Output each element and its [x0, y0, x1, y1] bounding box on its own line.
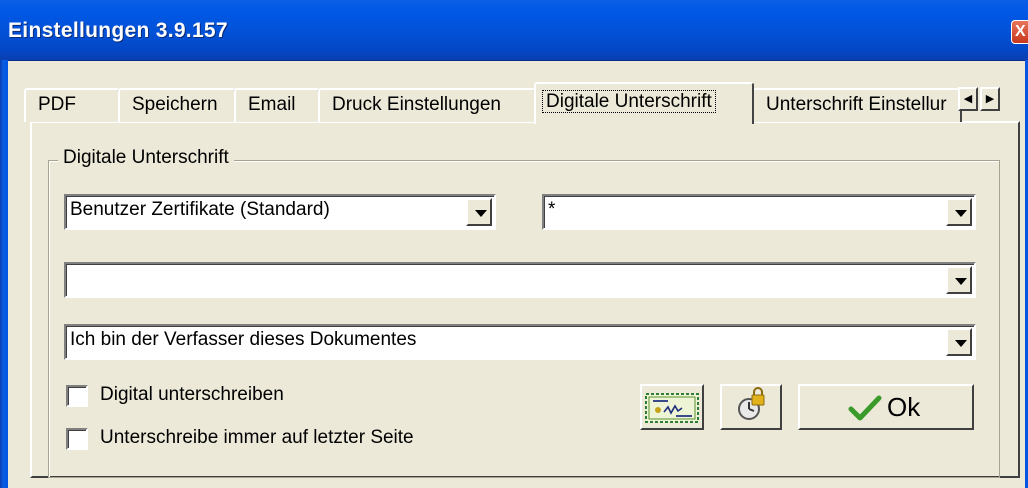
- dropdown-button[interactable]: [466, 198, 492, 226]
- dropdown-button[interactable]: [946, 328, 972, 356]
- tab-label: Email: [248, 94, 296, 115]
- chevron-down-icon: [955, 210, 967, 217]
- group-label: Digitale Unterschrift: [58, 147, 234, 169]
- tab-druck-einstellungen[interactable]: Druck Einstellungen: [318, 88, 536, 122]
- window-title: Einstellungen 3.9.157: [8, 19, 228, 42]
- sign-digitally-label[interactable]: Digital unterschreiben: [100, 384, 284, 406]
- signature-reason-value: Ich bin der Verfasser dieses Dokumentes: [70, 329, 417, 350]
- chevron-down-icon: [955, 340, 967, 347]
- ok-button[interactable]: Ok: [798, 384, 974, 430]
- timestamp-button[interactable]: [720, 384, 782, 430]
- sign-digitally-checkbox[interactable]: [66, 385, 88, 407]
- tab-digitale-unterschrift[interactable]: Digitale Unterschrift: [534, 82, 754, 124]
- tab-scroll-left-button[interactable]: ◀: [958, 87, 978, 111]
- tab-speichern[interactable]: Speichern: [118, 88, 236, 122]
- ok-button-label: Ok: [887, 392, 921, 422]
- signature-reason-select[interactable]: Ich bin der Verfasser dieses Dokumentes: [64, 324, 976, 360]
- timestamp-lock-icon: [738, 387, 765, 420]
- title-bar[interactable]: Einstellungen 3.9.157 X: [0, 0, 1028, 61]
- certificate-store-select[interactable]: Benutzer Zertifikate (Standard): [64, 194, 496, 230]
- tab-label: Digitale Unterschrift: [542, 90, 716, 113]
- tab-label: Druck Einstellungen: [332, 94, 501, 115]
- sign-last-page-label[interactable]: Unterschreibe immer auf letzter Seite: [100, 427, 414, 449]
- tab-label: PDF: [38, 94, 76, 115]
- tab-pdf[interactable]: PDF: [24, 88, 120, 122]
- certificate-icon: [645, 393, 699, 423]
- certificate-select[interactable]: [64, 262, 976, 298]
- tab-label: Speichern: [132, 94, 218, 115]
- tab-unterschrift-einstellungen[interactable]: Unterschrift Einstellur: [752, 88, 962, 122]
- certificate-button[interactable]: [640, 384, 704, 430]
- chevron-down-icon: [475, 210, 487, 217]
- close-button[interactable]: X: [1011, 20, 1028, 44]
- tab-label: Unterschrift Einstellur: [766, 94, 947, 115]
- dropdown-button[interactable]: [946, 266, 972, 294]
- chevron-down-icon: [955, 278, 967, 285]
- settings-window: Einstellungen 3.9.157 X PDF Speichern Em…: [0, 0, 1028, 488]
- sign-last-page-checkbox[interactable]: [66, 428, 88, 450]
- window-frame-left: [0, 60, 8, 488]
- certificate-filter-select[interactable]: *: [542, 194, 976, 230]
- dropdown-button[interactable]: [946, 198, 972, 226]
- certificate-store-value: Benutzer Zertifikate (Standard): [70, 199, 330, 220]
- checkmark-icon: [848, 395, 882, 421]
- certificate-filter-value: *: [548, 199, 556, 220]
- tab-scroll-right-button[interactable]: ▶: [980, 87, 1000, 111]
- tab-email[interactable]: Email: [234, 88, 320, 122]
